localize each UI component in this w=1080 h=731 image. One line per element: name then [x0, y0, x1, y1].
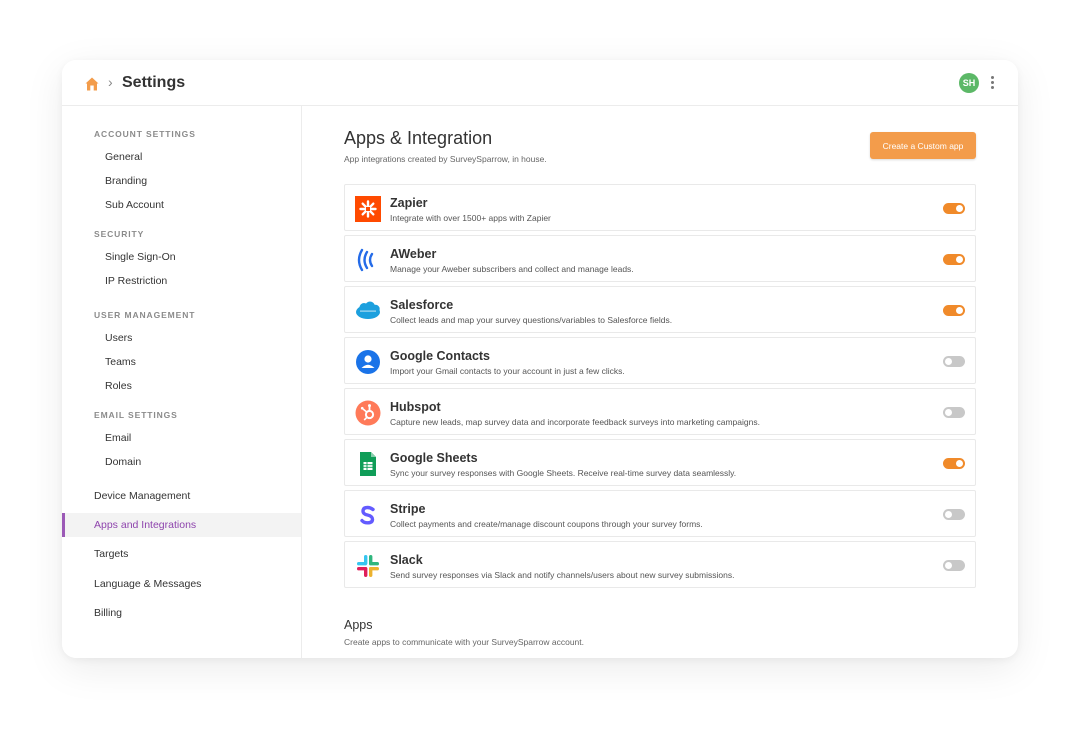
zapier-toggle[interactable] — [943, 203, 965, 214]
hubspot-icon — [355, 400, 381, 426]
sidebar-item-general[interactable]: General — [105, 151, 142, 163]
create-custom-app-button[interactable]: Create a Custom app — [870, 132, 976, 159]
sidebar-item-users[interactable]: Users — [105, 332, 132, 344]
integration-desc: Import your Gmail contacts to your accou… — [390, 366, 625, 376]
section-title: Apps & Integration — [344, 128, 493, 148]
sidebar-item-language-messages[interactable]: Language & Messages — [94, 578, 201, 590]
google-sheets-icon — [360, 452, 376, 476]
integration-desc: Manage your Aweber subscribers and colle… — [390, 264, 634, 274]
sidebar-item-targets[interactable]: Targets — [94, 548, 128, 560]
integration-desc: Integrate with over 1500+ apps with Zapi… — [390, 213, 551, 223]
stripe-icon — [360, 505, 375, 525]
zapier-icon — [355, 196, 381, 222]
section-subtitle: App integrations created by SurveySparro… — [344, 154, 547, 164]
sidebar-item-email[interactable]: Email — [105, 432, 131, 444]
section-email-settings: EMAIL SETTINGS — [94, 410, 178, 420]
integration-name: AWeber — [390, 247, 437, 261]
integration-card-stripe: Stripe Collect payments and create/manag… — [344, 490, 976, 537]
integration-desc: Collect leads and map your survey questi… — [390, 315, 673, 325]
sidebar-item-device-management[interactable]: Device Management — [94, 490, 190, 502]
home-icon[interactable] — [84, 76, 100, 92]
integration-card-salesforce: Salesforce Collect leads and map your su… — [344, 286, 976, 333]
app-window: › Settings SH ACCOUNT SETTINGS General B… — [62, 60, 1018, 658]
apps-section-subtitle: Create apps to communicate with your Sur… — [344, 637, 585, 647]
integration-name: Salesforce — [390, 298, 454, 312]
apps-section-title: Apps — [344, 618, 373, 632]
integration-name: Slack — [390, 553, 423, 567]
integration-card-google-contacts: Google Contacts Import your Gmail contac… — [344, 337, 976, 384]
sidebar-item-billing[interactable]: Billing — [94, 607, 122, 619]
integration-name: Stripe — [390, 502, 426, 516]
salesforce-icon — [356, 301, 380, 319]
aweber-icon — [357, 248, 374, 272]
integration-card-aweber: AWeber Manage your Aweber subscribers an… — [344, 235, 976, 282]
sidebar-item-ip-restriction[interactable]: IP Restriction — [105, 275, 167, 287]
google-sheets-toggle[interactable] — [943, 458, 965, 469]
sidebar-item-roles[interactable]: Roles — [105, 380, 132, 392]
sidebar-item-teams[interactable]: Teams — [105, 356, 136, 368]
integration-desc: Capture new leads, map survey data and i… — [390, 417, 760, 427]
sidebar-item-branding[interactable]: Branding — [105, 175, 147, 187]
slack-icon — [357, 555, 379, 577]
hubspot-toggle[interactable] — [943, 407, 965, 418]
page-title: Settings — [122, 74, 186, 91]
salesforce-toggle[interactable] — [943, 305, 965, 316]
integration-desc: Sync your survey responses with Google S… — [390, 468, 737, 478]
section-user-management: USER MANAGEMENT — [94, 310, 196, 320]
stripe-toggle[interactable] — [943, 509, 965, 520]
avatar-initials: SH — [962, 78, 976, 88]
integration-card-google-sheets: Google Sheets Sync your survey responses… — [344, 439, 976, 486]
integration-name: Hubspot — [390, 400, 441, 414]
slack-toggle[interactable] — [943, 560, 965, 571]
sidebar-item-apps-integrations[interactable]: Apps and Integrations — [94, 519, 196, 531]
section-security: SECURITY — [94, 229, 145, 239]
integration-desc: Send survey responses via Slack and noti… — [390, 570, 735, 580]
breadcrumb-separator: › — [108, 74, 113, 90]
integration-name: Zapier — [390, 196, 428, 210]
sidebar-item-sso[interactable]: Single Sign-On — [105, 251, 176, 263]
kebab-menu-icon[interactable] — [988, 76, 996, 90]
integration-card-zapier: Zapier Integrate with over 1500+ apps wi… — [344, 184, 976, 231]
section-account-settings: ACCOUNT SETTINGS — [94, 129, 196, 139]
top-bar: › Settings SH — [62, 60, 1018, 106]
google-contacts-icon — [356, 350, 380, 374]
integration-card-hubspot: Hubspot Capture new leads, map survey da… — [344, 388, 976, 435]
sidebar-item-sub-account[interactable]: Sub Account — [105, 199, 164, 211]
integration-name: Google Sheets — [390, 451, 478, 465]
main-content: Apps & Integration App integrations crea… — [302, 106, 1018, 658]
google-contacts-toggle[interactable] — [943, 356, 965, 367]
integration-card-slack: Slack Send survey responses via Slack an… — [344, 541, 976, 588]
integration-name: Google Contacts — [390, 349, 491, 363]
sidebar-item-domain[interactable]: Domain — [105, 456, 141, 468]
integration-desc: Collect payments and create/manage disco… — [390, 519, 703, 529]
sidebar: ACCOUNT SETTINGS General Branding Sub Ac… — [62, 106, 302, 658]
avatar[interactable]: SH — [959, 73, 979, 93]
aweber-toggle[interactable] — [943, 254, 965, 265]
